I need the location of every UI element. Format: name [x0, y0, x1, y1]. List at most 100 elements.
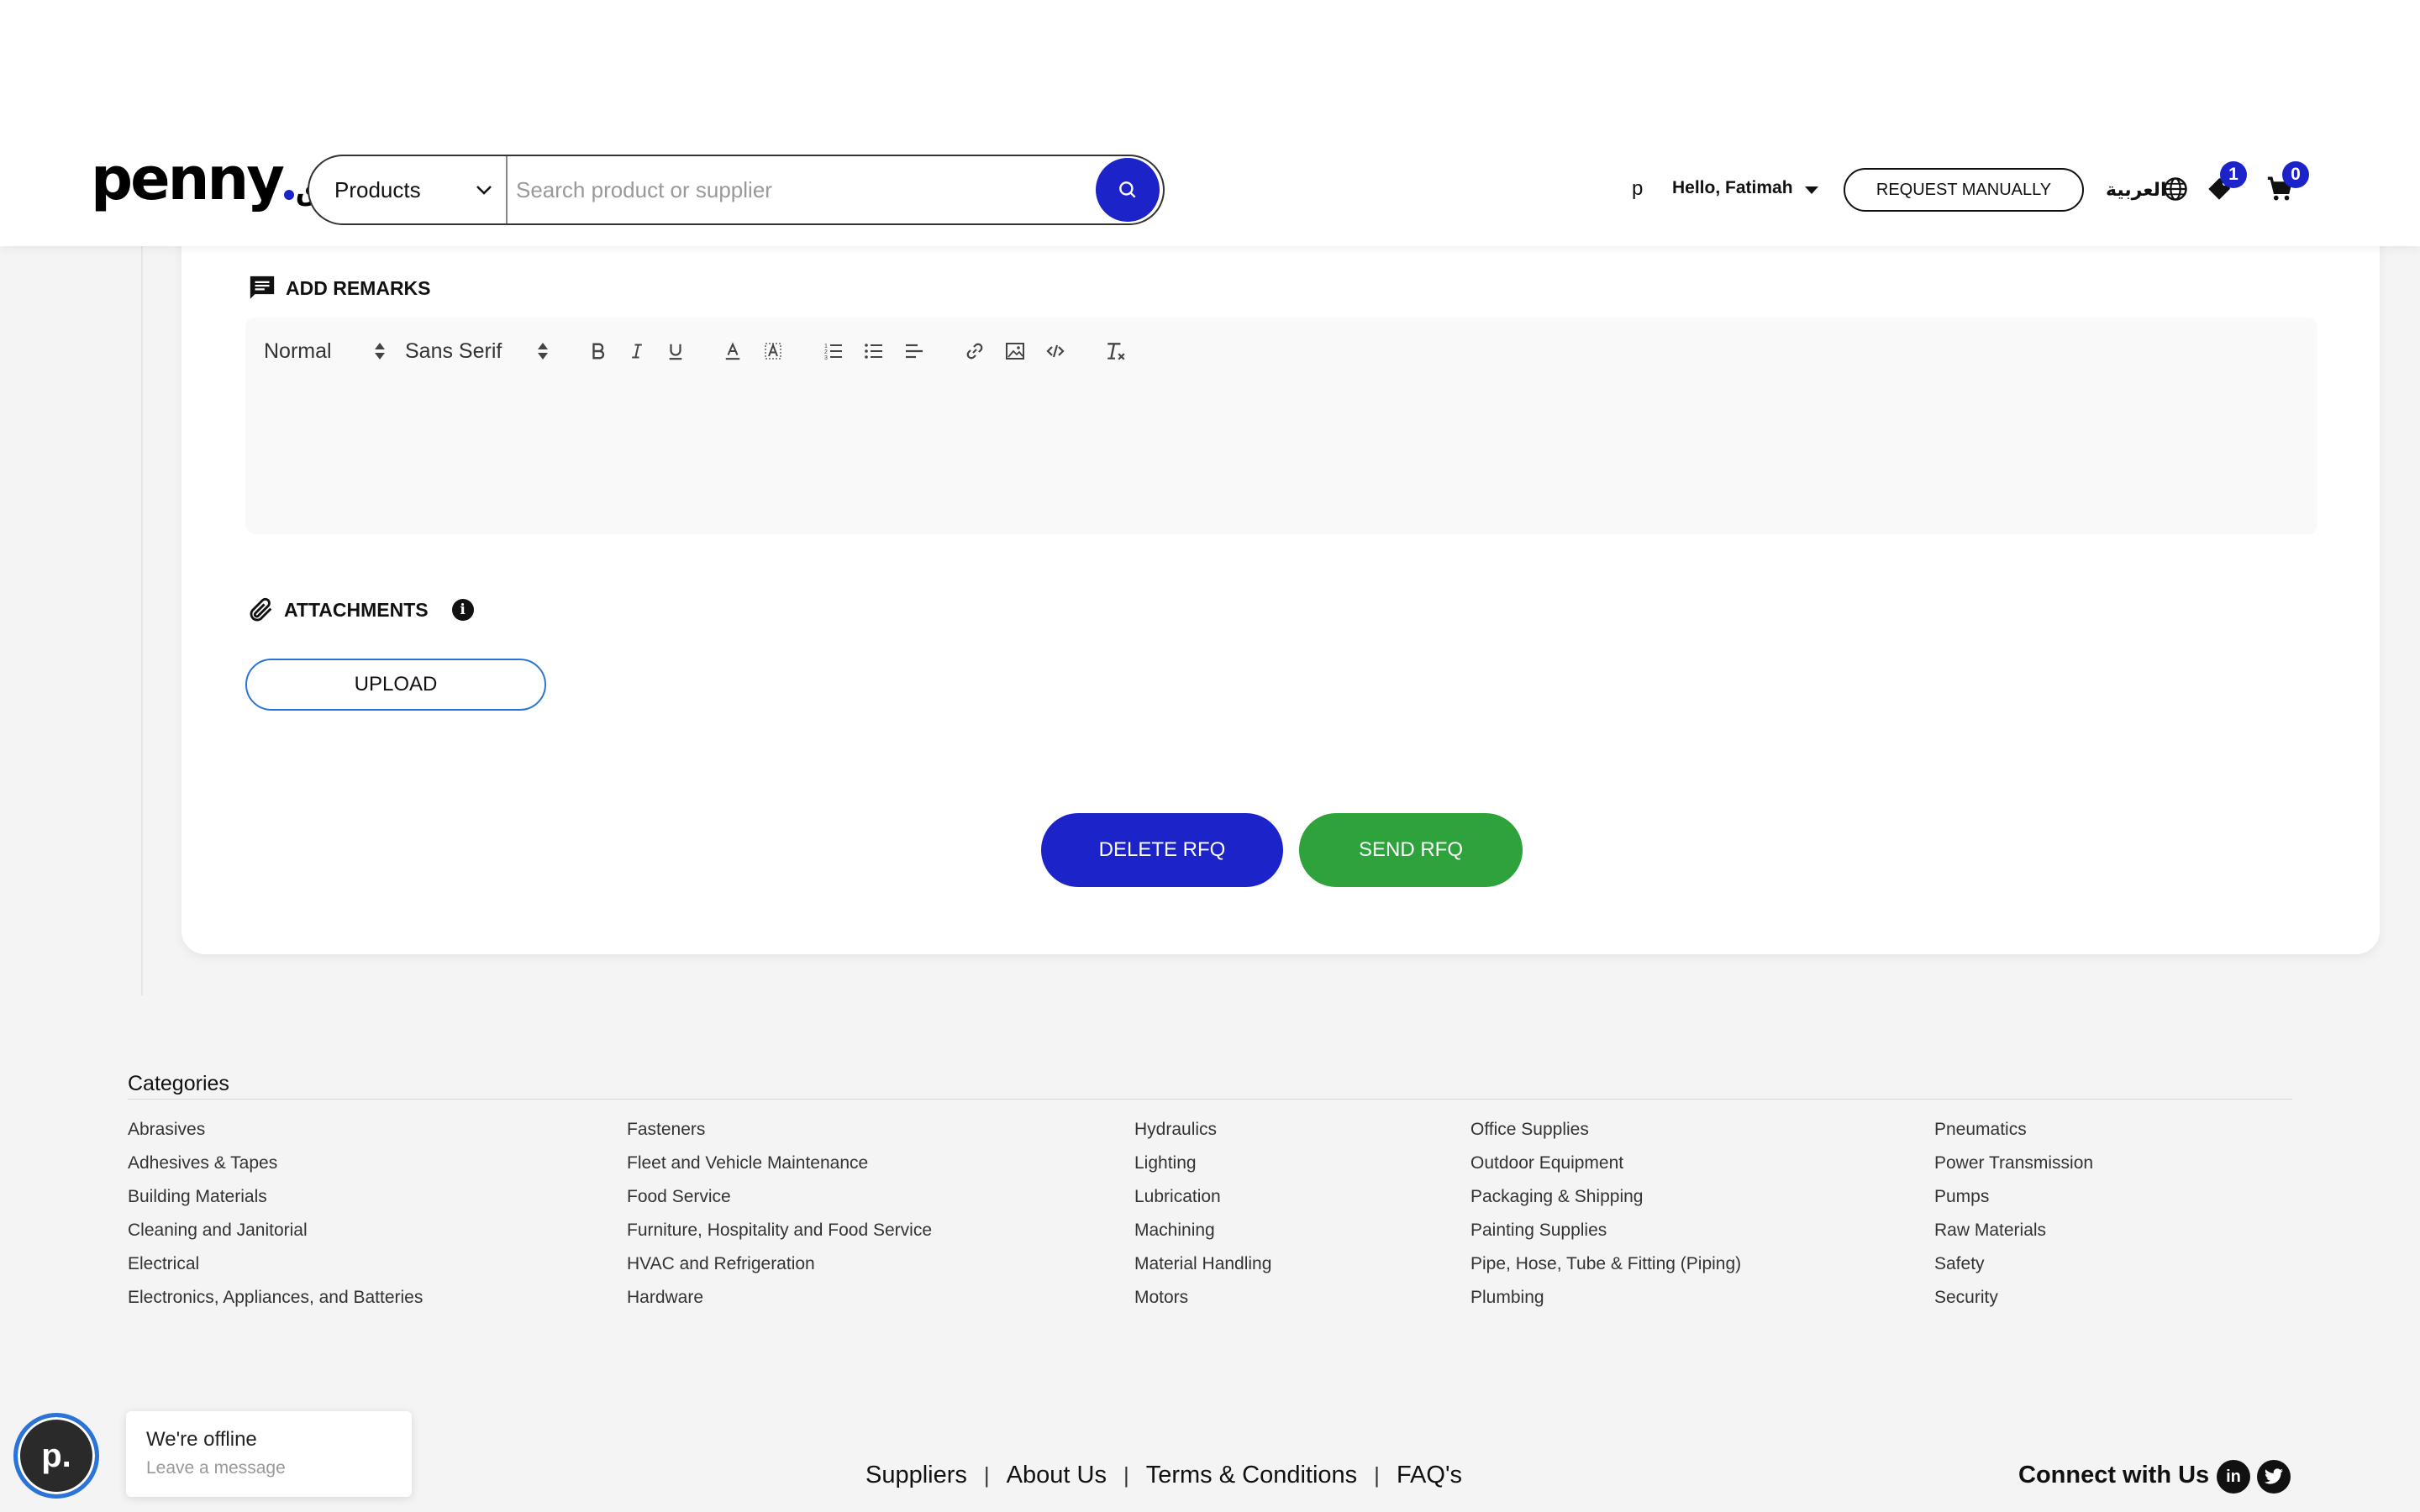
footer-link-faq[interactable]: FAQ's [1397, 1462, 1462, 1489]
category-link[interactable]: Pneumatics [1934, 1119, 2093, 1152]
category-link[interactable]: Building Materials [128, 1186, 423, 1220]
chat-status: We're offline [146, 1428, 257, 1451]
category-link[interactable]: Fleet and Vehicle Maintenance [627, 1152, 932, 1186]
category-column: Hydraulics Lighting Lubrication Machinin… [1134, 1119, 1271, 1320]
underline-icon[interactable] [662, 334, 689, 368]
categories-heading: Categories [128, 1072, 229, 1095]
footer-separator: | [1123, 1462, 1129, 1488]
category-link[interactable]: Office Supplies [1470, 1119, 1741, 1152]
footer-separator: | [1374, 1462, 1380, 1488]
chat-bubble[interactable]: We're offline Leave a message [126, 1411, 412, 1497]
comment-icon [250, 276, 275, 299]
language-switch[interactable]: العربية [2106, 180, 2167, 201]
categories-divider [128, 1099, 2292, 1100]
search-input[interactable] [508, 156, 1096, 223]
align-icon[interactable] [901, 334, 928, 368]
italic-icon[interactable] [623, 334, 650, 368]
category-link[interactable]: Material Handling [1134, 1253, 1271, 1287]
svg-text:3: 3 [824, 355, 828, 361]
category-link[interactable]: HVAC and Refrigeration [627, 1253, 932, 1287]
category-link[interactable]: Outdoor Equipment [1470, 1152, 1741, 1186]
category-link[interactable]: Electrical [128, 1253, 423, 1287]
category-link[interactable]: Food Service [627, 1186, 932, 1220]
editor-toolbar: Normal Sans Serif 123 [264, 329, 1129, 373]
category-link[interactable]: Hydraulics [1134, 1119, 1271, 1152]
logo-wordmark: penny [91, 144, 285, 213]
bullet-list-icon[interactable] [860, 334, 887, 368]
request-manually-button[interactable]: REQUEST MANUALLY [1844, 168, 2084, 212]
category-link[interactable]: Plumbing [1470, 1287, 1741, 1320]
clear-format-icon[interactable] [1102, 334, 1129, 368]
info-icon[interactable]: i [451, 599, 474, 621]
delete-rfq-button[interactable]: DELETE RFQ [1041, 813, 1283, 887]
category-link[interactable]: Hardware [627, 1287, 932, 1320]
send-rfq-button[interactable]: SEND RFQ [1299, 813, 1523, 887]
category-link[interactable]: Packaging & Shipping [1470, 1186, 1741, 1220]
paperclip-icon [250, 597, 272, 622]
linkedin-icon[interactable]: in [2217, 1460, 2250, 1494]
category-link[interactable]: Lighting [1134, 1152, 1271, 1186]
attachments-title: ATTACHMENTS [284, 598, 429, 621]
category-link[interactable]: Cleaning and Janitorial [128, 1220, 423, 1253]
select-arrows-icon [375, 342, 385, 360]
globe-icon[interactable] [2163, 176, 2188, 202]
category-link[interactable]: Pipe, Hose, Tube & Fitting (Piping) [1470, 1253, 1741, 1287]
chevron-down-icon [476, 186, 492, 195]
category-link[interactable]: Fasteners [627, 1119, 932, 1152]
category-link[interactable]: Raw Materials [1934, 1220, 2093, 1253]
category-link[interactable]: Painting Supplies [1470, 1220, 1741, 1253]
search-button[interactable] [1096, 158, 1160, 222]
category-link[interactable]: Pumps [1934, 1186, 2093, 1220]
chat-avatar[interactable]: p. [13, 1413, 99, 1499]
user-initial: p [1632, 177, 1644, 200]
highlight-icon[interactable] [760, 334, 786, 368]
twitter-icon[interactable] [2257, 1460, 2291, 1494]
font-select[interactable]: Sans Serif [405, 339, 573, 364]
category-column: Fasteners Fleet and Vehicle Maintenance … [627, 1119, 932, 1320]
footer-link-about[interactable]: About Us [1007, 1462, 1107, 1489]
svg-text:1: 1 [824, 344, 828, 349]
category-link[interactable]: Abrasives [128, 1119, 423, 1152]
category-column: Pneumatics Power Transmission Pumps Raw … [1934, 1119, 2093, 1320]
attachments-heading: ATTACHMENTS i [247, 595, 474, 625]
heading-select-value: Normal [264, 339, 332, 363]
chat-prompt: Leave a message [146, 1458, 286, 1478]
cart-count-badge: 0 [2282, 161, 2309, 188]
select-arrows-icon [538, 342, 548, 360]
remarks-title: ADD REMARKS [286, 276, 431, 299]
heading-select[interactable]: Normal [264, 339, 405, 364]
remarks-heading: ADD REMARKS [247, 274, 431, 302]
category-link[interactable]: Safety [1934, 1253, 2093, 1287]
search-icon [1119, 181, 1136, 198]
footer-link-terms[interactable]: Terms & Conditions [1146, 1462, 1357, 1489]
category-link[interactable]: Power Transmission [1934, 1152, 2093, 1186]
font-color-icon[interactable] [719, 334, 746, 368]
category-column: Abrasives Adhesives & Tapes Building Mat… [128, 1119, 423, 1320]
ordered-list-icon[interactable]: 123 [820, 334, 847, 368]
upload-button[interactable]: UPLOAD [245, 659, 546, 711]
connect-label: Connect with Us [2018, 1462, 2210, 1488]
footer-links: Suppliers | About Us | Terms & Condition… [865, 1462, 1462, 1489]
category-link[interactable]: Electronics, Appliances, and Batteries [128, 1287, 423, 1320]
wishlist-count-badge: 1 [2220, 161, 2247, 188]
category-link[interactable]: Security [1934, 1287, 2093, 1320]
category-column: Office Supplies Outdoor Equipment Packag… [1470, 1119, 1741, 1320]
caret-down-icon[interactable] [1805, 186, 1818, 194]
logo-dot [283, 190, 294, 200]
svg-text:2: 2 [824, 349, 828, 355]
bold-icon[interactable] [585, 334, 612, 368]
remarks-editor[interactable]: Normal Sans Serif 123 [245, 318, 2317, 534]
category-link[interactable]: Machining [1134, 1220, 1271, 1253]
category-link[interactable]: Motors [1134, 1287, 1271, 1320]
category-link[interactable]: Furniture, Hospitality and Food Service [627, 1220, 932, 1253]
sidebar [0, 246, 143, 995]
footer-link-suppliers[interactable]: Suppliers [865, 1462, 967, 1489]
category-link[interactable]: Lubrication [1134, 1186, 1271, 1220]
search-category-select[interactable]: Products [309, 156, 508, 223]
search-bar: Products [308, 155, 1165, 225]
code-icon[interactable] [1042, 334, 1069, 368]
link-icon[interactable] [961, 334, 988, 368]
image-icon[interactable] [1002, 334, 1028, 368]
user-greeting[interactable]: Hello, Fatimah [1672, 178, 1793, 198]
category-link[interactable]: Adhesives & Tapes [128, 1152, 423, 1186]
